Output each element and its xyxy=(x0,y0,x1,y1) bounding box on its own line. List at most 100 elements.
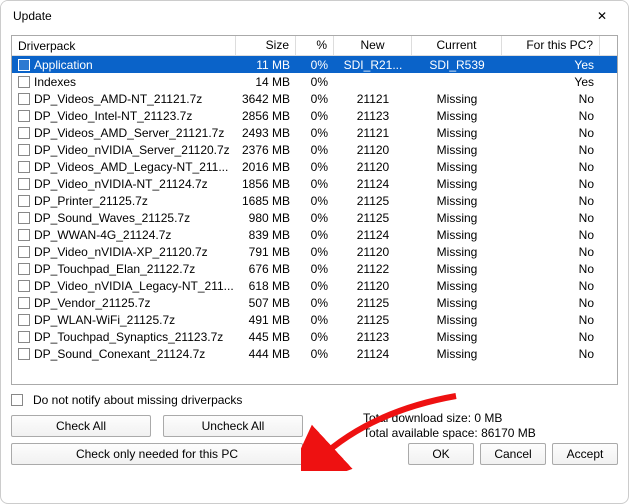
row-percent: 0% xyxy=(296,126,334,140)
grid-body[interactable]: Application11 MB0%SDI_R21...SDI_R539YesI… xyxy=(12,56,617,385)
row-current: Missing xyxy=(412,126,502,140)
checkbox-icon xyxy=(18,110,30,122)
row-name: DP_Vendor_21125.7z xyxy=(34,296,151,310)
row-forpc: No xyxy=(502,194,600,208)
row-new: 21123 xyxy=(334,109,412,123)
row-size: 2016 MB xyxy=(236,160,296,174)
table-row[interactable]: DP_Touchpad_Elan_21122.7z676 MB0%21122Mi… xyxy=(12,260,617,277)
row-new: 21121 xyxy=(334,126,412,140)
row-forpc: No xyxy=(502,160,600,174)
col-size[interactable]: Size xyxy=(236,36,296,55)
row-forpc: No xyxy=(502,245,600,259)
row-current: SDI_R539 xyxy=(412,58,502,72)
table-row[interactable]: DP_Videos_AMD-NT_21121.7z3642 MB0%21121M… xyxy=(12,90,617,107)
row-percent: 0% xyxy=(296,211,334,225)
table-row[interactable]: DP_Video_nVIDIA_Legacy-NT_211...618 MB0%… xyxy=(12,277,617,294)
row-forpc: No xyxy=(502,92,600,106)
row-current: Missing xyxy=(412,160,502,174)
ok-button[interactable]: OK xyxy=(408,443,474,465)
table-row[interactable]: DP_Sound_Conexant_21124.7z444 MB0%21124M… xyxy=(12,345,617,362)
row-percent: 0% xyxy=(296,296,334,310)
row-size: 444 MB xyxy=(236,347,296,361)
table-row[interactable]: DP_Sound_Waves_21125.7z980 MB0%21125Miss… xyxy=(12,209,617,226)
checkbox-icon xyxy=(18,229,30,241)
table-row[interactable]: DP_WLAN-WiFi_21125.7z491 MB0%21125Missin… xyxy=(12,311,617,328)
row-size: 1856 MB xyxy=(236,177,296,191)
checkbox-icon xyxy=(18,93,30,105)
checkbox-icon xyxy=(18,178,30,190)
row-percent: 0% xyxy=(296,330,334,344)
row-percent: 0% xyxy=(296,262,334,276)
table-row[interactable]: Indexes14 MB0%Yes xyxy=(12,73,617,90)
table-row[interactable]: DP_Video_nVIDIA-XP_21120.7z791 MB0%21120… xyxy=(12,243,617,260)
checkbox-icon xyxy=(11,394,23,406)
col-current[interactable]: Current xyxy=(412,36,502,55)
driverpack-list[interactable]: Driverpack Size % New Current For this P… xyxy=(11,35,618,385)
row-name: DP_WWAN-4G_21124.7z xyxy=(34,228,171,242)
col-new[interactable]: New xyxy=(334,36,412,55)
row-size: 839 MB xyxy=(236,228,296,242)
check-needed-button[interactable]: Check only needed for this PC xyxy=(11,443,303,465)
row-new: 21122 xyxy=(334,262,412,276)
table-row[interactable]: DP_Videos_AMD_Legacy-NT_211...2016 MB0%2… xyxy=(12,158,617,175)
row-percent: 0% xyxy=(296,347,334,361)
checkbox-icon xyxy=(18,59,30,71)
row-new: 21120 xyxy=(334,160,412,174)
row-percent: 0% xyxy=(296,177,334,191)
row-current: Missing xyxy=(412,143,502,157)
row-size: 2493 MB xyxy=(236,126,296,140)
uncheck-all-button[interactable]: Uncheck All xyxy=(163,415,303,437)
table-row[interactable]: Application11 MB0%SDI_R21...SDI_R539Yes xyxy=(12,56,617,73)
row-new: SDI_R21... xyxy=(334,58,412,72)
row-current: Missing xyxy=(412,313,502,327)
checkbox-icon xyxy=(18,212,30,224)
row-forpc: No xyxy=(502,211,600,225)
checkbox-icon xyxy=(18,144,30,156)
bottom-panel: Do not notify about missing driverpacks … xyxy=(11,385,618,465)
row-percent: 0% xyxy=(296,279,334,293)
accept-button[interactable]: Accept xyxy=(552,443,618,465)
row-current: Missing xyxy=(412,92,502,106)
row-percent: 0% xyxy=(296,58,334,72)
row-size: 3642 MB xyxy=(236,92,296,106)
col-driverpack[interactable]: Driverpack xyxy=(12,36,236,55)
checkbox-icon xyxy=(18,331,30,343)
cancel-button[interactable]: Cancel xyxy=(480,443,546,465)
row-name: DP_Sound_Waves_21125.7z xyxy=(34,211,190,225)
row-new: 21125 xyxy=(334,313,412,327)
row-size: 491 MB xyxy=(236,313,296,327)
table-row[interactable]: DP_Printer_21125.7z1685 MB0%21125Missing… xyxy=(12,192,617,209)
row-name: DP_Sound_Conexant_21124.7z xyxy=(34,347,205,361)
row-name: DP_Videos_AMD_Legacy-NT_211... xyxy=(34,160,228,174)
row-name: DP_Printer_21125.7z xyxy=(34,194,148,208)
row-name: DP_Touchpad_Synaptics_21123.7z xyxy=(34,330,223,344)
row-forpc: Yes xyxy=(502,75,600,89)
row-name: DP_Video_nVIDIA_Server_21120.7z xyxy=(34,143,230,157)
table-row[interactable]: DP_WWAN-4G_21124.7z839 MB0%21124MissingN… xyxy=(12,226,617,243)
row-percent: 0% xyxy=(296,75,334,89)
row-name: DP_Video_nVIDIA-XP_21120.7z xyxy=(34,245,208,259)
row-current: Missing xyxy=(412,262,502,276)
table-row[interactable]: DP_Vendor_21125.7z507 MB0%21125MissingNo xyxy=(12,294,617,311)
row-percent: 0% xyxy=(296,245,334,259)
check-all-button[interactable]: Check All xyxy=(11,415,151,437)
col-percent[interactable]: % xyxy=(296,36,334,55)
table-row[interactable]: DP_Video_Intel-NT_21123.7z2856 MB0%21123… xyxy=(12,107,617,124)
row-new: 21120 xyxy=(334,245,412,259)
notify-checkbox-row[interactable]: Do not notify about missing driverpacks xyxy=(11,393,618,407)
row-new: 21123 xyxy=(334,330,412,344)
row-size: 11 MB xyxy=(236,58,296,72)
row-size: 2856 MB xyxy=(236,109,296,123)
table-row[interactable]: DP_Video_nVIDIA-NT_21124.7z1856 MB0%2112… xyxy=(12,175,617,192)
table-row[interactable]: DP_Touchpad_Synaptics_21123.7z445 MB0%21… xyxy=(12,328,617,345)
checkbox-icon xyxy=(18,127,30,139)
col-forpc[interactable]: For this PC? xyxy=(502,36,600,55)
row-forpc: No xyxy=(502,313,600,327)
row-percent: 0% xyxy=(296,228,334,242)
table-row[interactable]: DP_Videos_AMD_Server_21121.7z2493 MB0%21… xyxy=(12,124,617,141)
table-row[interactable]: DP_Video_nVIDIA_Server_21120.7z2376 MB0%… xyxy=(12,141,617,158)
row-new: 21125 xyxy=(334,211,412,225)
close-button[interactable]: ✕ xyxy=(580,2,624,30)
row-name: DP_WLAN-WiFi_21125.7z xyxy=(34,313,175,327)
row-current: Missing xyxy=(412,211,502,225)
